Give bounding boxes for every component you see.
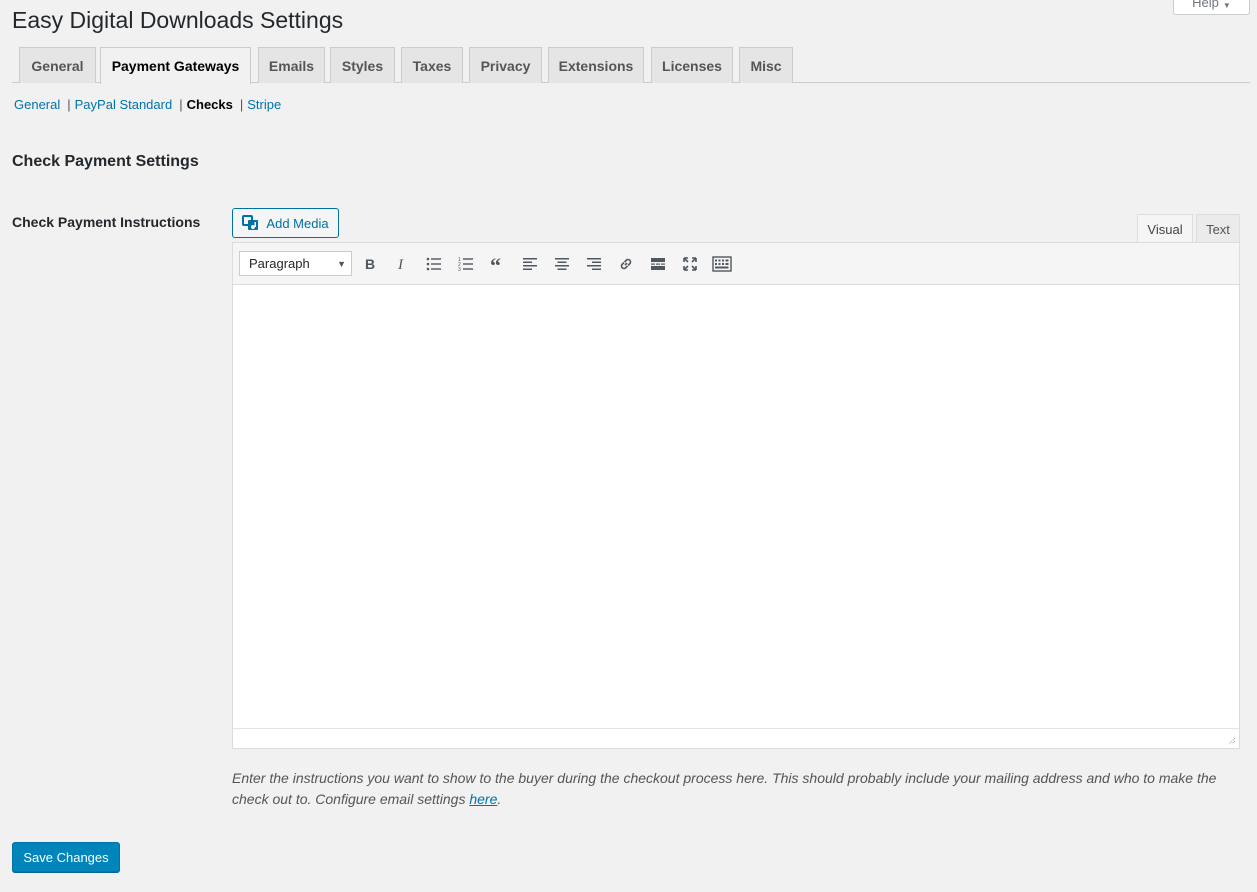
italic-icon[interactable]: I [391,253,413,275]
subnav-item-stripe[interactable]: Stripe [247,97,281,112]
settings-tabs: General Payment Gateways Emails Styles T… [12,47,1250,84]
subnav-item-checks[interactable]: Checks [187,97,233,112]
align-center-icon[interactable] [551,253,573,275]
editor-statusbar [233,728,1239,748]
read-more-icon[interactable] [647,253,669,275]
caret-down-icon: ▼ [1222,1,1231,10]
subnav-separator: | [67,97,71,112]
align-right-icon[interactable] [583,253,605,275]
tab-payment-gateways[interactable]: Payment Gateways [100,47,251,84]
svg-text:“: “ [490,257,501,271]
help-tab[interactable]: Help ▼ [1173,0,1250,15]
format-select[interactable]: Paragraph ▼ [239,251,352,276]
visual-mode-tab[interactable]: Visual [1137,214,1193,243]
toolbar-toggle-icon[interactable] [711,253,733,275]
chevron-down-icon: ▼ [337,258,346,269]
field-label: Check Payment Instructions [12,214,201,230]
bullet-list-icon[interactable] [423,253,445,275]
tab-styles[interactable]: Styles [330,47,395,83]
tab-emails[interactable]: Emails [258,47,325,83]
svg-text:3: 3 [458,267,461,271]
tab-misc[interactable]: Misc [739,47,793,83]
format-select-value: Paragraph [249,256,310,271]
field-description: Enter the instructions you want to show … [232,768,1247,810]
numbered-list-icon[interactable]: 1 2 3 [455,253,477,275]
tab-extensions[interactable]: Extensions [548,47,644,83]
svg-text:I: I [397,257,404,271]
tab-taxes[interactable]: Taxes [401,47,463,83]
svg-text:B: B [365,257,375,271]
tab-general[interactable]: General [19,47,96,83]
add-media-label: Add Media [266,215,329,231]
subnav-item-general[interactable]: General [14,97,60,112]
help-label: Help [1192,0,1219,10]
email-settings-link[interactable]: here [469,791,497,807]
media-icon [242,215,259,230]
blockquote-icon[interactable]: “ [487,253,509,275]
editor-toolbar: Paragraph ▼ B I 1 2 3 “ [233,243,1239,285]
tab-privacy[interactable]: Privacy [469,47,542,83]
link-icon[interactable] [615,253,637,275]
rich-text-editor: Paragraph ▼ B I 1 2 3 “ [232,242,1240,749]
description-text: Enter the instructions you want to show … [232,770,1217,807]
text-mode-tab[interactable]: Text [1196,214,1240,243]
align-left-icon[interactable] [519,253,541,275]
add-media-button[interactable]: Add Media [232,208,339,238]
subnav-separator: | [239,97,244,112]
gateway-subnav: General | PayPal Standard | Checks | Str… [14,97,281,112]
page-title: Easy Digital Downloads Settings [12,7,344,33]
resize-handle-icon[interactable] [1226,735,1236,745]
subnav-item-paypal-standard[interactable]: PayPal Standard [75,97,173,112]
section-title: Check Payment Settings [12,153,199,170]
description-suffix: . [497,791,502,807]
tab-licenses[interactable]: Licenses [651,47,733,83]
fullscreen-icon[interactable] [679,253,701,275]
subnav-separator: | [179,97,183,112]
bold-icon[interactable]: B [359,253,381,275]
save-changes-button[interactable]: Save Changes [12,842,120,872]
editor-content-area[interactable] [233,285,1239,728]
